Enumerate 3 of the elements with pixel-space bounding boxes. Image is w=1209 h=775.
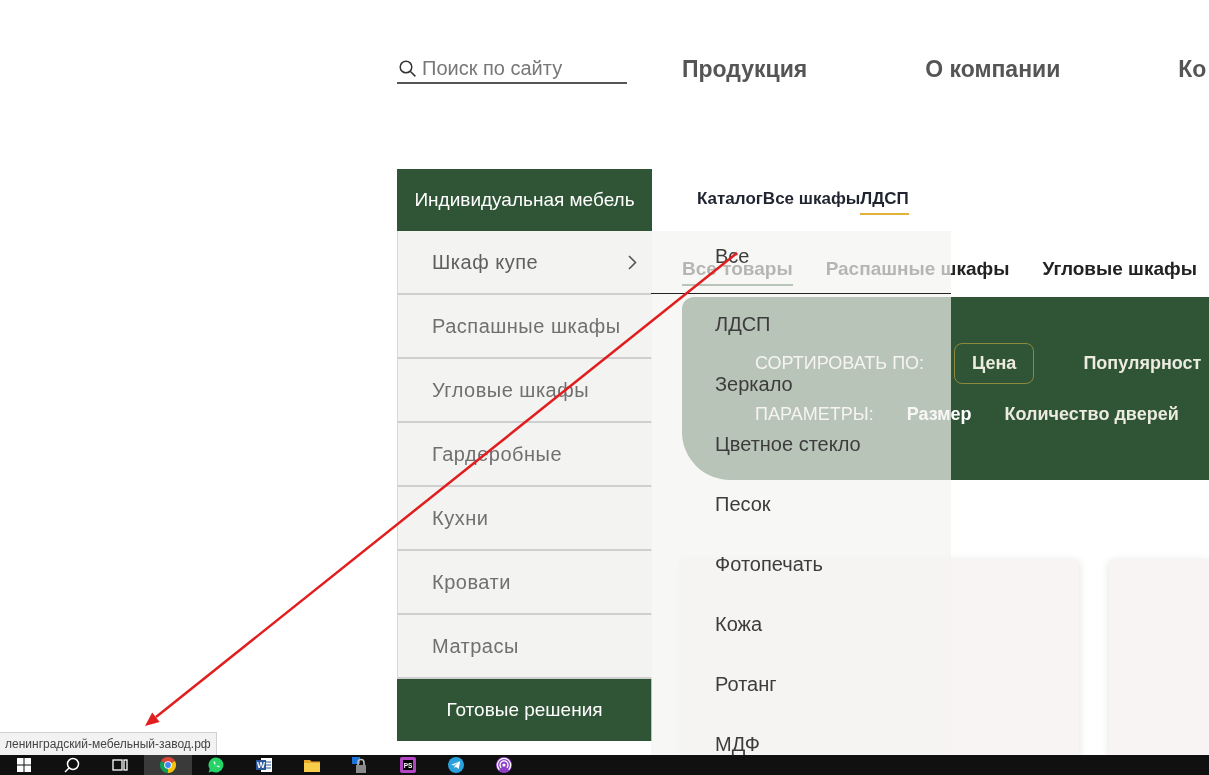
params-label: ПАРАМЕТРЫ: [755, 404, 874, 425]
status-url-tooltip: ленинградский-мебельный-завод.рф [0, 732, 217, 755]
sort-label: СОРТИРОВАТЬ ПО: [755, 353, 925, 374]
